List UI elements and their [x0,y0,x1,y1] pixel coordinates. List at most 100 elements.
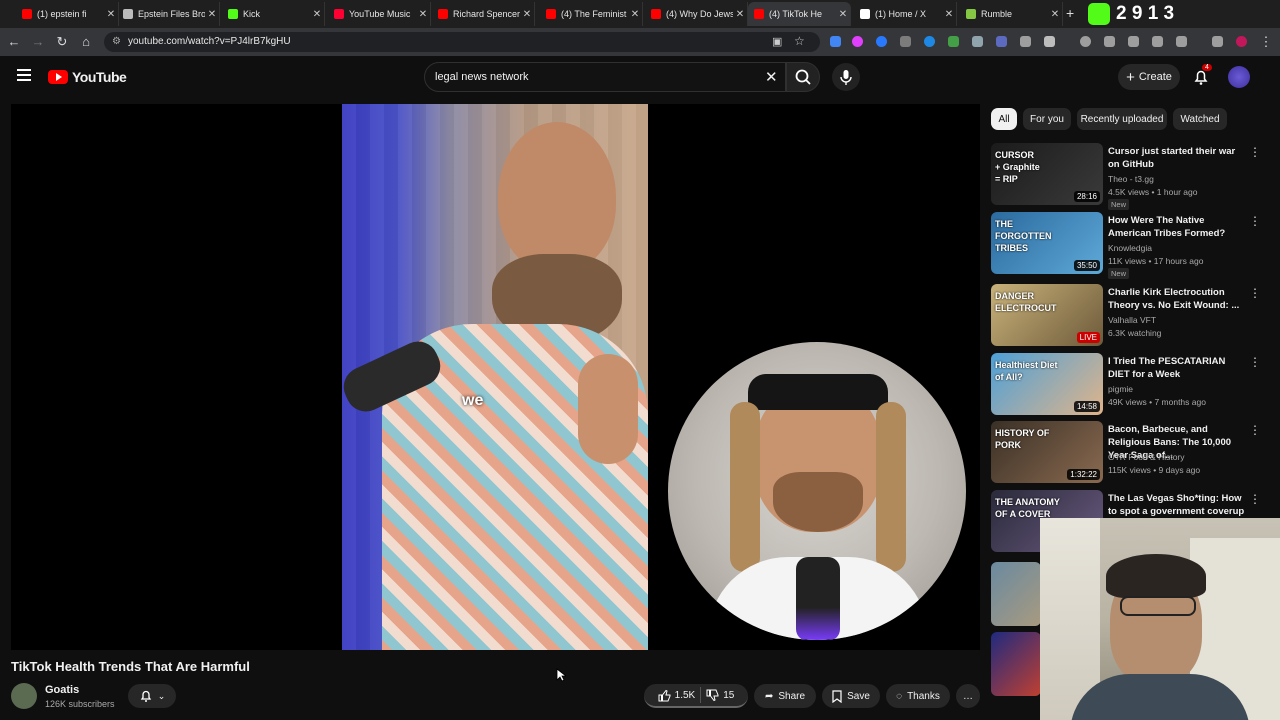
extension-icon[interactable] [1176,36,1187,47]
recommended-video[interactable]: Healthiest Diet of All? 14:58 I Tried The … [991,353,1273,415]
voice-search-button[interactable] [832,63,860,91]
video-thumbnail[interactable]: CURSOR + Graphite = RIP 28:16 [991,143,1103,205]
extension-icon[interactable] [972,36,983,47]
extension-icon[interactable] [830,36,841,47]
more-options-icon[interactable]: ⋮ [1249,423,1261,437]
recommended-channel[interactable]: OTR Food & History [1108,452,1185,462]
more-options-icon[interactable]: ⋮ [1249,355,1261,369]
recommended-title[interactable]: I Tried The PESCATARIAN DIET for a Week [1108,355,1248,381]
video-thumbnail[interactable]: DANGER ELECTROCUT LIVE [991,284,1103,346]
chip-all[interactable]: All [991,108,1017,130]
recommended-channel[interactable]: Knowledgia [1108,243,1152,253]
recommended-video[interactable]: DANGER ELECTROCUT LIVE Charlie Kirk Electr… [991,284,1273,346]
extension-icon[interactable] [996,36,1007,47]
kebab-menu-icon[interactable]: ⋮ [1258,34,1274,50]
browser-tab[interactable]: Epstein Files Bro ✕ [117,2,220,26]
video-thumbnail[interactable] [991,562,1041,626]
search-input[interactable]: legal news network ✕ [424,62,786,92]
share-button[interactable]: ➦ Share [754,684,816,708]
save-button[interactable]: Save [822,684,880,708]
recommended-channel[interactable]: Valhalla VFT [1108,315,1156,325]
more-options-icon[interactable]: ⋮ [1249,492,1261,506]
account-avatar[interactable] [1228,66,1250,88]
back-icon[interactable]: ← [6,34,22,50]
browser-tab[interactable]: (4) TikTok He ✕ [748,2,851,26]
create-button[interactable]: + Create [1118,64,1180,90]
profile-avatar[interactable] [1236,36,1247,47]
more-options-icon[interactable]: ⋮ [1249,286,1261,300]
recommended-title[interactable]: Cursor just started their war on GitHub [1108,145,1248,171]
new-tab-button[interactable]: + [1066,5,1074,21]
youtube-logo[interactable]: YouTube [48,69,127,85]
video-thumbnail[interactable]: THE FORGOTTEN TRIBES 35:50 [991,212,1103,274]
recommended-video[interactable]: CURSOR + Graphite = RIP 28:16 Cursor just … [991,143,1273,210]
channel-avatar[interactable] [11,683,37,709]
reload-icon[interactable]: ↻ [54,34,70,50]
video-caption: we [462,392,484,409]
recommended-title[interactable]: Charlie Kirk Electrocution Theory vs. No… [1108,286,1248,312]
menu-icon[interactable] [17,69,31,81]
forward-icon[interactable]: → [30,34,46,50]
puzzle-icon[interactable] [1044,36,1055,47]
site-info-icon[interactable]: ⚙ [112,36,121,47]
browser-tab[interactable]: (4) The Feminist ✕ [540,2,643,26]
video-player[interactable]: we [11,104,980,650]
sidebar-icon[interactable] [1152,36,1163,47]
address-bar[interactable]: ⚙ youtube.com/watch?v=PJ4lrB7kgHU ▣ ☆ [104,32,820,52]
bookmark-star-icon[interactable]: ☆ [794,34,805,48]
close-tab-icon[interactable]: ✕ [836,9,850,20]
close-tab-icon[interactable]: ✕ [205,9,219,20]
extension-icon[interactable] [948,36,959,47]
close-tab-icon[interactable]: ✕ [520,9,534,20]
headband [748,374,888,410]
search-button[interactable] [786,62,820,92]
recommended-video[interactable]: THE FORGOTTEN TRIBES 35:50 How Were The Na… [991,212,1273,279]
extension-icon[interactable] [1104,36,1115,47]
downloads-icon[interactable] [1212,36,1223,47]
close-tab-icon[interactable]: ✕ [310,9,324,20]
notifications-button[interactable]: 4 [1192,64,1212,86]
video-thumbnail[interactable]: HISTORY OF PORK 1:32:22 [991,421,1103,483]
clear-search-icon[interactable]: ✕ [765,68,778,86]
dislike-button[interactable]: 15 [706,689,734,702]
extension-icon[interactable] [1020,36,1031,47]
close-tab-icon[interactable]: ✕ [104,9,118,20]
home-icon[interactable]: ⌂ [78,34,94,50]
install-icon[interactable]: ▣ [772,35,782,48]
browser-tab[interactable]: (1) epstein fi ✕ [16,2,119,26]
recommended-video[interactable]: HISTORY OF PORK 1:32:22 Bacon, Barbecue, a… [991,421,1273,483]
subscribed-button[interactable]: ⌄ [128,684,176,708]
video-thumbnail[interactable] [991,632,1041,696]
chip-recently-uploaded[interactable]: Recently uploaded [1077,108,1167,130]
chip-for-you[interactable]: For you [1023,108,1071,130]
recommended-channel[interactable]: pigmie [1108,384,1133,394]
devtools-icon[interactable] [1128,36,1139,47]
browser-tab[interactable]: Rumble ✕ [960,2,1063,26]
close-tab-icon[interactable]: ✕ [942,9,956,20]
browser-tab[interactable]: YouTube Music ✕ [328,2,431,26]
browser-tab[interactable]: Richard Spencer ✕ [432,2,535,26]
browser-tab[interactable]: (4) Why Do Jews ✕ [645,2,748,26]
close-tab-icon[interactable]: ✕ [416,9,430,20]
video-thumbnail[interactable]: Healthiest Diet of All? 14:58 [991,353,1103,415]
close-tab-icon[interactable]: ✕ [733,9,747,20]
browser-tab[interactable]: Kick ✕ [222,2,325,26]
chip-watched[interactable]: Watched [1173,108,1227,130]
extension-icon[interactable] [924,36,935,47]
browser-tab[interactable]: (1) Home / X ✕ [854,2,957,26]
channel-name[interactable]: Goatis [45,684,79,696]
extension-icon[interactable] [852,36,863,47]
recommended-title[interactable]: How Were The Native American Tribes Form… [1108,214,1248,240]
extension-icon[interactable] [900,36,911,47]
more-actions-button[interactable]: … [956,684,980,708]
close-tab-icon[interactable]: ✕ [1048,9,1062,20]
more-options-icon[interactable]: ⋮ [1249,214,1261,228]
history-icon[interactable] [1080,36,1091,47]
recommended-channel[interactable]: Theo - t3.gg [1108,174,1154,184]
close-tab-icon[interactable]: ✕ [628,9,642,20]
tab-favicon-icon [546,9,556,19]
extension-icon[interactable] [876,36,887,47]
more-options-icon[interactable]: ⋮ [1249,145,1261,159]
thanks-button[interactable]: ◌ Thanks [886,684,950,708]
like-button[interactable]: 1.5K [658,689,695,702]
